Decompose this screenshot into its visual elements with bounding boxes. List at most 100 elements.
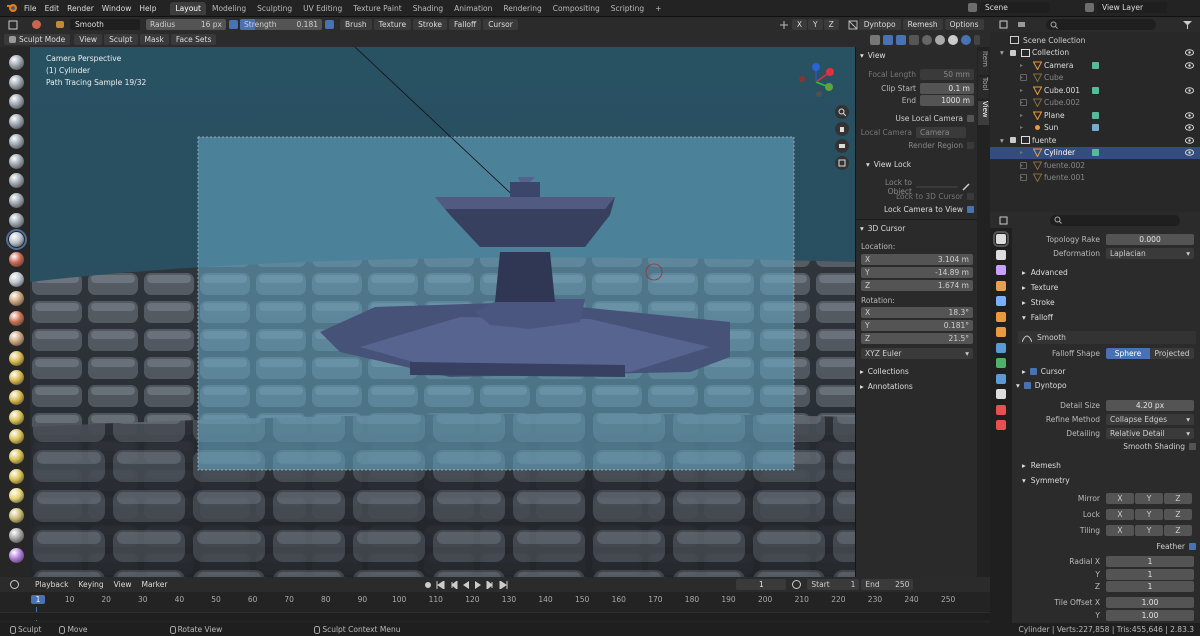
lock-x-toggle[interactable]: X xyxy=(1106,509,1134,520)
eye-icon[interactable] xyxy=(1185,49,1194,57)
sculpt-menu[interactable]: Sculpt xyxy=(104,34,138,45)
sculpt-brush-8-icon[interactable] xyxy=(9,192,24,208)
tab-shading[interactable]: Shading xyxy=(408,2,448,15)
editor-type-icon[interactable] xyxy=(6,20,20,30)
tab-texture-paint[interactable]: Texture Paint xyxy=(348,2,406,15)
face-sets-menu[interactable]: Face Sets xyxy=(170,34,217,45)
tab-rendering[interactable]: Rendering xyxy=(498,2,546,15)
view-section-header[interactable]: ▾ View xyxy=(860,51,974,60)
outliner-row-cube-002[interactable]: ▸ Cube.002 xyxy=(990,97,1200,110)
outliner-row-sun[interactable]: ▸ Sun xyxy=(990,122,1200,135)
mirror-z-toggle[interactable]: Z xyxy=(1164,493,1192,504)
tab-view[interactable]: View xyxy=(978,101,989,125)
jump-start-icon[interactable] xyxy=(436,580,445,589)
end-frame-field[interactable]: End 250 xyxy=(861,579,914,590)
radial-field[interactable]: 1 xyxy=(1106,568,1194,580)
sculpt-brush-2-icon[interactable] xyxy=(9,74,24,90)
tile-offset-field[interactable]: 1.00 xyxy=(1106,609,1194,621)
sculpt-brush-11-icon[interactable] xyxy=(9,252,24,267)
field-z[interactable]: Z 21.5° xyxy=(861,333,973,344)
eye-icon[interactable] xyxy=(1185,136,1194,144)
sculpt-brush-19-icon[interactable] xyxy=(9,409,24,425)
expand-chevron-icon[interactable]: ▾ xyxy=(1000,136,1004,145)
pan-hand-icon[interactable] xyxy=(835,122,849,136)
field-y[interactable]: Y -14.89 m xyxy=(861,267,973,278)
detail-size-field[interactable]: 4.20 px xyxy=(1106,400,1194,411)
display-mode-icon[interactable] xyxy=(1014,20,1028,29)
cursor-menu[interactable]: Cursor xyxy=(483,19,518,30)
render-region-checkbox[interactable] xyxy=(967,142,974,149)
annotations-section-header[interactable]: ▸ Annotations xyxy=(860,382,913,391)
constraints-tab-icon[interactable] xyxy=(996,389,1006,399)
particles-tab-icon[interactable] xyxy=(996,358,1006,368)
physics-tab-icon[interactable] xyxy=(996,373,1006,384)
object-tab-icon[interactable] xyxy=(996,327,1006,337)
marker-menu[interactable]: Marker xyxy=(136,579,172,590)
radial-field[interactable]: 1 xyxy=(1106,556,1194,567)
sculpt-brush-25-icon[interactable] xyxy=(9,527,24,543)
radial-field[interactable]: 1 xyxy=(1106,581,1194,592)
outliner-row-fuente-001[interactable]: ▸ fuente.001 xyxy=(990,172,1200,185)
camera-view-icon[interactable] xyxy=(835,139,849,153)
tiling-y-toggle[interactable]: Y xyxy=(1135,525,1163,536)
tab-scripting[interactable]: Scripting xyxy=(606,2,649,15)
tile-offset-field[interactable]: 1.00 xyxy=(1106,597,1194,608)
collection-checkbox[interactable] xyxy=(1010,137,1016,144)
stroke-menu[interactable]: Stroke xyxy=(413,19,448,30)
lock-z-toggle[interactable]: Z xyxy=(1164,509,1192,520)
sculpt-brush-7-icon[interactable] xyxy=(9,173,24,189)
lock-to-3d-cursor-checkbox[interactable] xyxy=(967,193,974,200)
material-shading-icon[interactable] xyxy=(948,34,958,45)
overlay-toggle-icon[interactable] xyxy=(896,34,906,45)
world-tab-icon[interactable] xyxy=(996,311,1006,322)
mode-selector[interactable]: Sculpt Mode xyxy=(4,34,71,45)
dyntopo-section[interactable]: ▾ Dyntopo xyxy=(1016,381,1067,390)
wireframe-shading-icon[interactable] xyxy=(922,34,932,45)
play-icon[interactable] xyxy=(474,580,482,589)
tab-modeling[interactable]: Modeling xyxy=(207,2,251,15)
sculpt-brush-3-icon[interactable] xyxy=(9,94,24,110)
xray-icon[interactable] xyxy=(909,34,919,45)
sculpt-brush-9-icon[interactable] xyxy=(9,212,24,228)
material-tab-icon[interactable] xyxy=(996,420,1006,430)
falloff-shape-projected-button[interactable]: Projected xyxy=(1150,348,1194,359)
field-x[interactable]: X 18.3° xyxy=(861,307,973,318)
symmetry-z-button[interactable]: Z xyxy=(823,19,839,30)
scene-tab-icon[interactable] xyxy=(996,296,1006,306)
field-x[interactable]: X 3.104 m xyxy=(861,254,973,265)
sculpt-brush-4-icon[interactable] xyxy=(9,114,24,130)
brush-name-field[interactable]: Smooth xyxy=(70,19,140,30)
mirror-x-toggle[interactable]: X xyxy=(1106,493,1134,504)
outliner-row-cube-001[interactable]: ▸ Cube.001 xyxy=(990,84,1200,97)
texture-section[interactable]: ▸ Texture xyxy=(1016,283,1058,292)
outliner-search-input[interactable] xyxy=(1046,19,1156,30)
menu-help[interactable]: Help xyxy=(139,4,156,13)
sculpt-brush-5-icon[interactable] xyxy=(9,133,24,149)
sculpt-brush-13-icon[interactable] xyxy=(9,291,24,307)
properties-search-input[interactable] xyxy=(1050,214,1180,226)
mask-menu[interactable]: Mask xyxy=(139,34,169,45)
record-icon[interactable] xyxy=(424,581,432,589)
start-frame-field[interactable]: Start 1 xyxy=(807,579,860,590)
cursor-checkbox[interactable] xyxy=(1029,368,1037,375)
render-region-row[interactable]: Render Region xyxy=(860,141,974,150)
falloff-shape-sphere-button[interactable]: Sphere xyxy=(1106,348,1150,359)
use-local-camera-checkbox[interactable] xyxy=(967,115,974,122)
visibility-icon[interactable] xyxy=(870,34,880,45)
feather-checkbox[interactable] xyxy=(1189,543,1196,550)
prev-keyframe-icon[interactable] xyxy=(449,580,458,589)
sculpt-brush-17-icon[interactable] xyxy=(9,370,24,386)
preview-range-icon[interactable] xyxy=(792,580,802,589)
eye-icon[interactable] xyxy=(1185,124,1194,132)
stroke-section[interactable]: ▸ Stroke xyxy=(1016,298,1055,307)
strength-field[interactable]: Strength 0.181 xyxy=(240,19,322,30)
keying-menu[interactable]: Keying xyxy=(73,579,108,590)
sculpt-brush-6-icon[interactable] xyxy=(9,153,24,169)
expand-chevron-icon[interactable]: ▸ xyxy=(1020,112,1023,119)
sculpt-brush-26-icon[interactable] xyxy=(9,547,24,563)
cursor-section[interactable]: ▸ Cursor xyxy=(1016,367,1065,376)
brush-menu[interactable]: Brush xyxy=(340,19,372,30)
field-z[interactable]: Z 1.674 m xyxy=(861,280,973,291)
strength-pressure-icon[interactable] xyxy=(325,20,334,29)
sculpt-brush-10-icon[interactable] xyxy=(6,229,27,251)
